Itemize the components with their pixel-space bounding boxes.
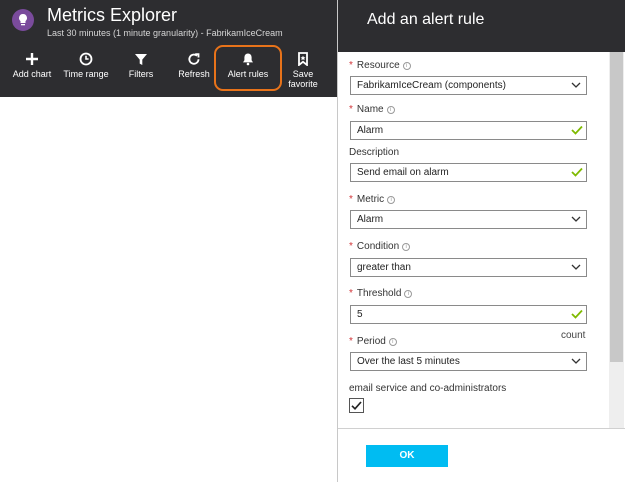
refresh-icon <box>176 52 212 69</box>
metrics-explorer-header: Metrics Explorer Last 30 minutes (1 minu… <box>0 0 337 97</box>
description-value: Send email on alarm <box>357 167 449 178</box>
funnel-icon <box>124 52 158 69</box>
threshold-input[interactable]: 5 <box>350 305 587 324</box>
checkmark-icon <box>351 401 362 411</box>
time-range-button[interactable]: Time range <box>62 52 110 79</box>
time-range-label: Time range <box>63 69 109 79</box>
scrollbar-thumb[interactable] <box>610 52 623 362</box>
info-icon[interactable]: i <box>402 243 411 251</box>
ok-button[interactable]: OK <box>366 445 448 467</box>
checkmark-icon <box>571 167 583 177</box>
condition-value: greater than <box>357 262 411 273</box>
required-asterisk: * <box>349 288 353 299</box>
page-title: Metrics Explorer <box>47 5 178 25</box>
resource-label: * Resource i <box>349 60 411 71</box>
required-asterisk: * <box>349 194 353 205</box>
add-alert-rule-blade: Add an alert rule * Resource i FabrikamIce… <box>337 0 625 482</box>
filters-label: Filters <box>128 69 154 79</box>
info-icon[interactable]: i <box>404 290 413 298</box>
save-favorite-button[interactable]: Save favorite <box>283 52 323 89</box>
description-input[interactable]: Send email on alarm <box>350 163 587 182</box>
name-label: * Name i <box>349 104 395 115</box>
email-notify-label: email service and co-administrators <box>349 383 507 394</box>
threshold-unit: count <box>561 330 586 341</box>
checkmark-icon <box>571 309 583 319</box>
info-icon[interactable]: i <box>402 62 411 70</box>
add-chart-button[interactable]: Add chart <box>11 52 53 79</box>
blade-header: Add an alert rule <box>338 0 625 52</box>
resource-label-text: Resource <box>356 60 400 71</box>
metric-value: Alarm <box>357 214 384 225</box>
lightbulb-icon <box>12 9 34 31</box>
threshold-label-text: Threshold <box>356 288 402 299</box>
condition-label: * Condition i <box>349 241 411 252</box>
description-label: Description <box>349 147 400 158</box>
metric-label: * Metric i <box>349 194 396 205</box>
period-label: * Period i <box>349 336 397 347</box>
chevron-down-icon <box>571 82 581 88</box>
scrollbar[interactable] <box>609 52 624 428</box>
resource-select[interactable]: FabrikamIceCream (components) <box>350 76 587 95</box>
refresh-button[interactable]: Refresh <box>176 52 212 79</box>
condition-select[interactable]: greater than <box>350 258 587 277</box>
chevron-down-icon <box>571 216 581 222</box>
required-asterisk: * <box>349 336 353 347</box>
chevron-down-icon <box>571 264 581 270</box>
period-value: Over the last 5 minutes <box>357 356 460 367</box>
checkmark-icon <box>571 125 583 135</box>
info-icon[interactable]: i <box>388 338 397 346</box>
plus-icon <box>11 52 53 69</box>
metric-select[interactable]: Alarm <box>350 210 587 229</box>
filters-button[interactable]: Filters <box>124 52 158 79</box>
info-icon[interactable]: i <box>387 196 396 204</box>
name-value: Alarm <box>357 125 384 136</box>
footer-divider <box>338 428 625 429</box>
period-select[interactable]: Over the last 5 minutes <box>350 352 587 371</box>
save-favorite-label-line1: Save <box>292 69 314 79</box>
page-subtitle: Last 30 minutes (1 minute granularity) -… <box>47 28 283 38</box>
add-chart-label: Add chart <box>12 69 52 79</box>
required-asterisk: * <box>349 241 353 252</box>
blade-title: Add an alert rule <box>367 11 485 28</box>
alert-rules-highlight <box>214 45 282 91</box>
threshold-label: * Threshold i <box>349 288 413 299</box>
refresh-label: Refresh <box>178 69 210 79</box>
threshold-value: 5 <box>357 309 363 320</box>
required-asterisk: * <box>349 60 353 71</box>
resource-value: FabrikamIceCream (components) <box>357 80 506 91</box>
name-label-text: Name <box>356 104 384 115</box>
save-favorite-label-line2: favorite <box>288 79 318 89</box>
clock-icon <box>62 52 110 69</box>
bookmark-icon <box>283 52 323 69</box>
email-notify-checkbox[interactable] <box>349 398 364 413</box>
info-icon[interactable]: i <box>386 106 395 114</box>
required-asterisk: * <box>349 104 353 115</box>
chevron-down-icon <box>571 358 581 364</box>
metric-label-text: Metric <box>356 194 385 205</box>
name-input[interactable]: Alarm <box>350 121 587 140</box>
condition-label-text: Condition <box>356 241 400 252</box>
period-label-text: Period <box>356 336 386 347</box>
